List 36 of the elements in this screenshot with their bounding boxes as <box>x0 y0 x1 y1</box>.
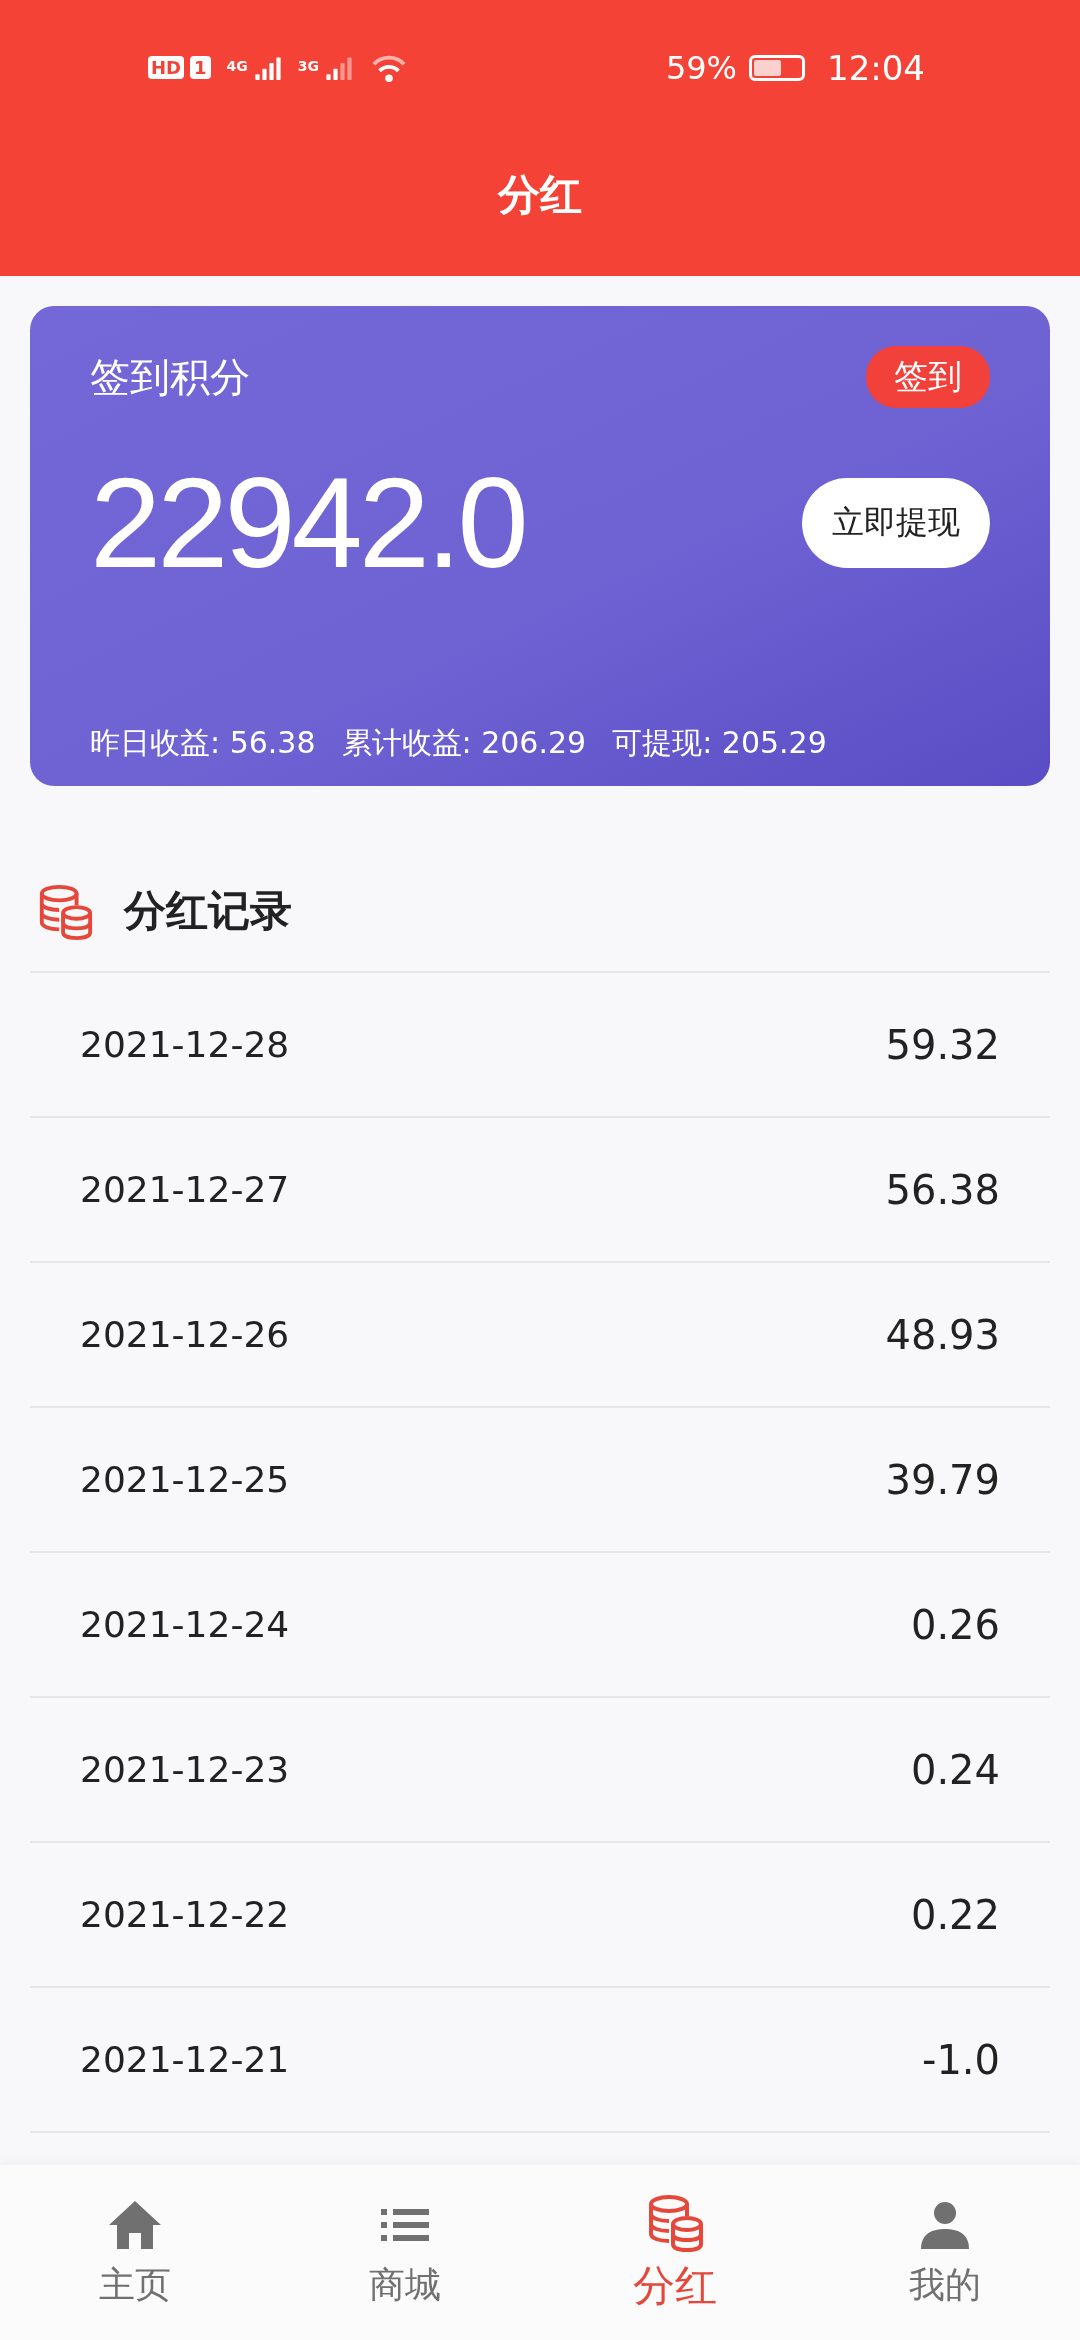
tab-item[interactable]: 主页 <box>0 2165 270 2340</box>
network-label: 3G <box>297 57 319 74</box>
battery-percent: 59% <box>665 48 737 87</box>
record-amount: 39.79 <box>885 1456 1000 1503</box>
record-amount: 0.26 <box>910 1601 1000 1648</box>
hd-badge: HD <box>148 56 184 79</box>
tab-item[interactable]: 商城 <box>270 2165 540 2340</box>
record-amount: 0.24 <box>910 1746 1000 1793</box>
clock: 12:04 <box>827 47 925 88</box>
record-date: 2021-12-24 <box>80 1604 290 1645</box>
network-label: 4G <box>226 57 248 74</box>
sign-in-button[interactable]: 签到 <box>866 346 990 408</box>
record-date: 2021-12-26 <box>80 1314 290 1355</box>
withdraw-button[interactable]: 立即提现 <box>802 478 990 568</box>
sim-badge: 1 <box>190 56 211 79</box>
stat-text: 昨日收益: 56.38 <box>90 724 316 762</box>
tab-item[interactable]: 我的 <box>810 2165 1080 2340</box>
card-title: 签到积分 <box>90 352 250 402</box>
tab-item[interactable]: 分红 <box>540 2165 810 2340</box>
record-amount: -1.0 <box>921 2036 1000 2083</box>
record-amount: 56.38 <box>885 1166 1000 1213</box>
record-amount: 59.32 <box>885 1021 1000 1068</box>
record-date: 2021-12-27 <box>80 1169 290 1210</box>
stat-text: 可提现: 205.29 <box>612 724 827 762</box>
record-amount: 0.22 <box>910 1891 1000 1938</box>
battery-icon <box>749 54 805 81</box>
record-date: 2021-12-28 <box>80 1024 290 1065</box>
record-date: 2021-12-23 <box>80 1749 290 1790</box>
section-title: 分红记录 <box>124 885 292 937</box>
record-date: 2021-12-21 <box>80 2039 290 2080</box>
record-date: 2021-12-25 <box>80 1459 290 1500</box>
page-title: 分红 <box>496 169 583 221</box>
points-value: 22942.0 <box>90 450 525 596</box>
stat-text: 累计收益: 206.29 <box>341 724 587 762</box>
record-amount: 48.93 <box>885 1311 1000 1358</box>
record-date: 2021-12-22 <box>80 1894 290 1935</box>
